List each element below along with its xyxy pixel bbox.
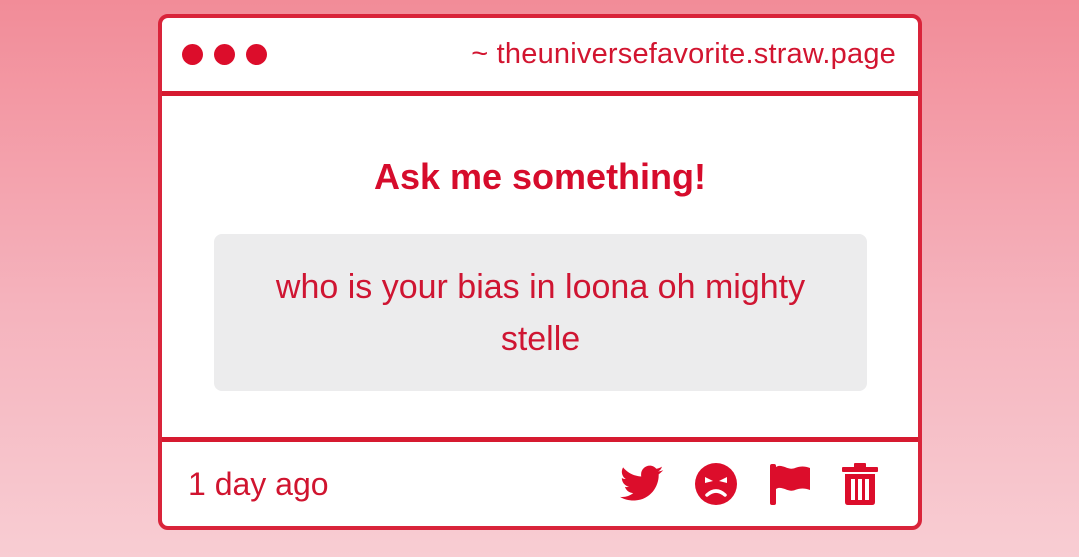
trash-icon[interactable]	[842, 463, 878, 505]
question-box: who is your bias in loona oh mighty stel…	[214, 234, 867, 391]
window-titlebar: ~ theuniversefavorite.straw.page	[162, 18, 918, 96]
card-content: Ask me something! who is your bias in lo…	[162, 101, 918, 442]
page-url[interactable]: ~ theuniversefavorite.straw.page	[471, 38, 896, 71]
window-dot-icon	[246, 44, 267, 65]
question-text: who is your bias in loona oh mighty stel…	[275, 267, 806, 358]
window-dot-icon	[182, 44, 203, 65]
window-dot-icon	[214, 44, 235, 65]
flag-icon[interactable]	[768, 462, 812, 506]
angry-face-icon[interactable]	[694, 462, 738, 506]
window-dots	[182, 44, 267, 65]
timestamp: 1 day ago	[188, 465, 329, 502]
twitter-icon[interactable]	[620, 465, 664, 503]
card-footer: 1 day ago	[162, 437, 918, 526]
question-card: ~ theuniversefavorite.straw.page Ask me …	[158, 14, 922, 530]
action-bar	[620, 462, 878, 506]
page-title: Ask me something!	[373, 156, 707, 197]
